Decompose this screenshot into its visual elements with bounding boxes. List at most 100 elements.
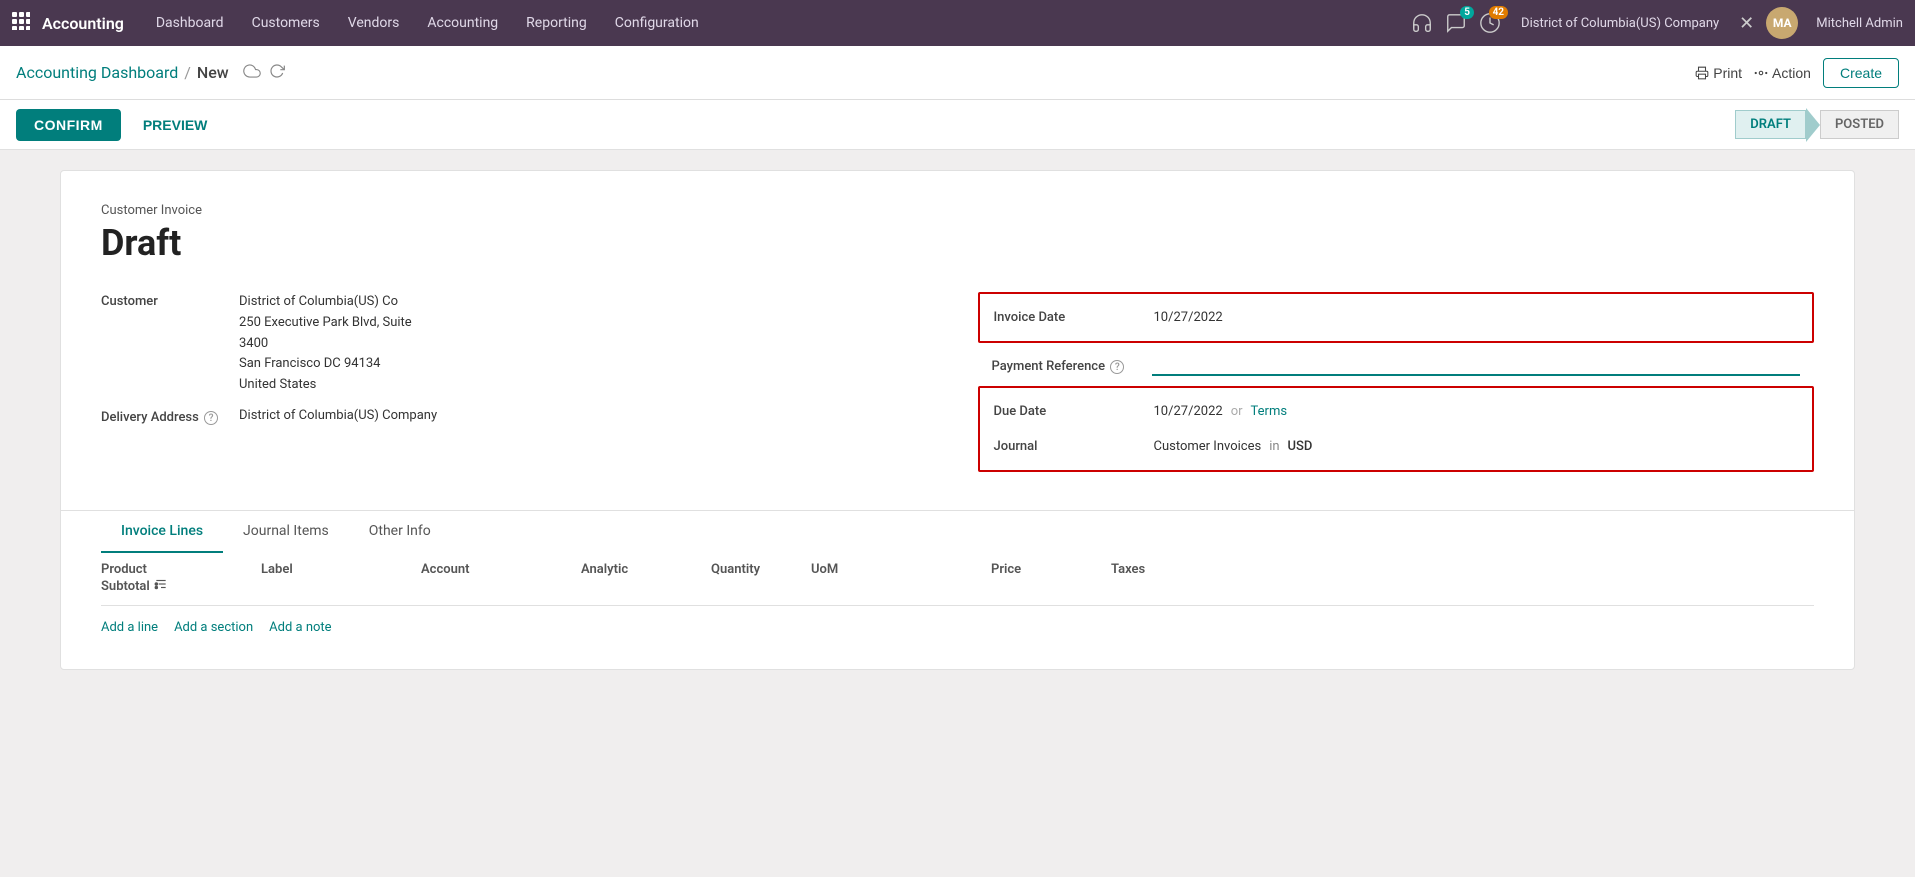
tab-other-info[interactable]: Other Info — [349, 511, 451, 553]
print-button[interactable]: Print — [1695, 65, 1742, 81]
col-spacer2 — [1251, 562, 1291, 577]
col-product: Product — [101, 562, 261, 577]
customer-field-row: Customer District of Columbia(US) Co 250… — [101, 292, 938, 396]
step-label-posted: POSTED — [1820, 110, 1899, 139]
invoice-card: Customer Invoice Draft Customer District… — [60, 170, 1855, 670]
due-date-label: Due Date — [994, 404, 1154, 419]
right-form-section: Invoice Date 10/27/2022 Payment Referenc… — [978, 292, 1815, 482]
status-steps: DRAFT POSTED — [1735, 108, 1899, 142]
activity-badge: 42 — [1489, 6, 1508, 19]
customer-addr4: United States — [239, 375, 412, 396]
due-terms[interactable]: Terms — [1251, 404, 1288, 419]
activity-icon[interactable]: 42 — [1479, 12, 1501, 34]
add-line-link[interactable]: Add a line — [101, 620, 158, 635]
journal-value-row: Customer Invoices in USD — [1154, 439, 1313, 454]
payment-ref-help-icon[interactable]: ? — [1110, 360, 1124, 374]
due-or: or — [1231, 404, 1243, 419]
delivery-label: Delivery Address ? — [101, 408, 231, 426]
tab-journal-items[interactable]: Journal Items — [223, 511, 349, 553]
col-price: Price — [991, 562, 1111, 577]
nav-accounting[interactable]: Accounting — [415, 11, 510, 35]
table-actions: Add a line Add a section Add a note — [101, 606, 1814, 649]
nav-configuration[interactable]: Configuration — [603, 11, 711, 35]
cloud-icon[interactable] — [243, 62, 261, 84]
col-quantity: Quantity — [711, 562, 811, 577]
col-analytic: Analytic — [581, 562, 711, 577]
col-label: Label — [261, 562, 421, 577]
col-spacer — [891, 562, 991, 577]
breadcrumb: Accounting Dashboard / New — [16, 62, 1695, 84]
nav-vendors[interactable]: Vendors — [336, 11, 412, 35]
step-label-draft: DRAFT — [1735, 110, 1806, 139]
tab-invoice-lines[interactable]: Invoice Lines — [101, 511, 223, 553]
avatar: MA — [1766, 7, 1798, 39]
adjust-icon[interactable] — [154, 577, 168, 595]
close-icon[interactable]: ✕ — [1739, 13, 1754, 34]
refresh-icon[interactable] — [269, 63, 285, 83]
action-button[interactable]: Action — [1754, 65, 1811, 81]
nav-dashboard[interactable]: Dashboard — [144, 11, 236, 35]
status-draft: DRAFT — [1735, 108, 1820, 142]
tabs-bar: Invoice Lines Journal Items Other Info — [61, 510, 1854, 552]
invoice-date-box: Invoice Date 10/27/2022 — [978, 292, 1815, 343]
nav-reporting[interactable]: Reporting — [514, 11, 599, 35]
due-date-row: Due Date 10/27/2022 or Terms — [994, 398, 1799, 425]
step-arrow-draft — [1806, 108, 1820, 142]
invoice-lines-table: Product Label Account Analytic Quantity … — [101, 552, 1814, 669]
main-content: Customer Invoice Draft Customer District… — [0, 150, 1915, 877]
invoice-date-value[interactable]: 10/27/2022 — [1154, 310, 1799, 325]
journal-label: Journal — [994, 439, 1154, 454]
customer-address: District of Columbia(US) Co 250 Executiv… — [239, 292, 412, 396]
customer-name: District of Columbia(US) Co — [239, 292, 412, 313]
customer-label: Customer — [101, 292, 231, 309]
customer-addr2: 3400 — [239, 334, 412, 355]
top-nav-icons: 5 42 District of Columbia(US) Company ✕ … — [1411, 7, 1903, 39]
due-date-value-row: 10/27/2022 or Terms — [1154, 404, 1288, 419]
col-taxes: Taxes — [1111, 562, 1251, 577]
payment-ref-row: Payment Reference ? — [978, 353, 1815, 386]
invoice-date-label: Invoice Date — [994, 310, 1154, 325]
breadcrumb-sep: / — [184, 63, 191, 82]
grid-icon[interactable] — [12, 12, 30, 34]
status-posted: POSTED — [1820, 108, 1899, 142]
form-grid: Customer District of Columbia(US) Co 250… — [101, 292, 1814, 482]
breadcrumb-icons — [243, 62, 285, 84]
top-nav: Accounting Dashboard Customers Vendors A… — [0, 0, 1915, 46]
journal-value[interactable]: Customer Invoices — [1154, 439, 1262, 454]
invoice-date-row: Invoice Date 10/27/2022 — [994, 304, 1799, 331]
invoice-status-title: Draft — [101, 222, 1814, 264]
nav-customers[interactable]: Customers — [240, 11, 332, 35]
col-uom: UoM — [811, 562, 891, 577]
create-button[interactable]: Create — [1823, 58, 1899, 88]
invoice-type-label: Customer Invoice — [101, 203, 1814, 218]
toolbar: Print Action Create — [1695, 58, 1899, 88]
headset-icon[interactable] — [1411, 12, 1433, 34]
action-bar: CONFIRM PREVIEW DRAFT POSTED — [0, 100, 1915, 150]
add-section-link[interactable]: Add a section — [174, 620, 253, 635]
breadcrumb-bar: Accounting Dashboard / New — [0, 46, 1915, 100]
chat-icon[interactable]: 5 — [1445, 12, 1467, 34]
company-name: District of Columbia(US) Company — [1521, 16, 1719, 31]
journal-in: in — [1269, 439, 1279, 454]
delivery-field-row: Delivery Address ? District of Columbia(… — [101, 408, 938, 426]
breadcrumb-current: New — [197, 63, 229, 82]
payment-ref-value[interactable] — [1152, 357, 1801, 376]
customer-addr1: 250 Executive Park Blvd, Suite — [239, 313, 412, 334]
delivery-help-icon[interactable]: ? — [204, 411, 218, 425]
journal-currency: USD — [1288, 439, 1313, 454]
user-name: Mitchell Admin — [1816, 16, 1903, 31]
due-date-value[interactable]: 10/27/2022 — [1154, 404, 1223, 419]
app-name: Accounting — [42, 14, 124, 33]
journal-row: Journal Customer Invoices in USD — [994, 433, 1799, 460]
chat-badge: 5 — [1460, 6, 1474, 19]
preview-button[interactable]: PREVIEW — [129, 109, 222, 141]
delivery-address-value: District of Columbia(US) Company — [239, 408, 437, 423]
add-note-link[interactable]: Add a note — [269, 620, 331, 635]
col-account: Account — [421, 562, 581, 577]
table-headers: Product Label Account Analytic Quantity … — [101, 552, 1814, 606]
due-date-journal-box: Due Date 10/27/2022 or Terms Journal Cus… — [978, 386, 1815, 472]
confirm-button[interactable]: CONFIRM — [16, 109, 121, 141]
col-subtotal: Subtotal — [101, 577, 261, 595]
breadcrumb-parent[interactable]: Accounting Dashboard — [16, 63, 178, 82]
payment-ref-label: Payment Reference ? — [992, 359, 1152, 375]
